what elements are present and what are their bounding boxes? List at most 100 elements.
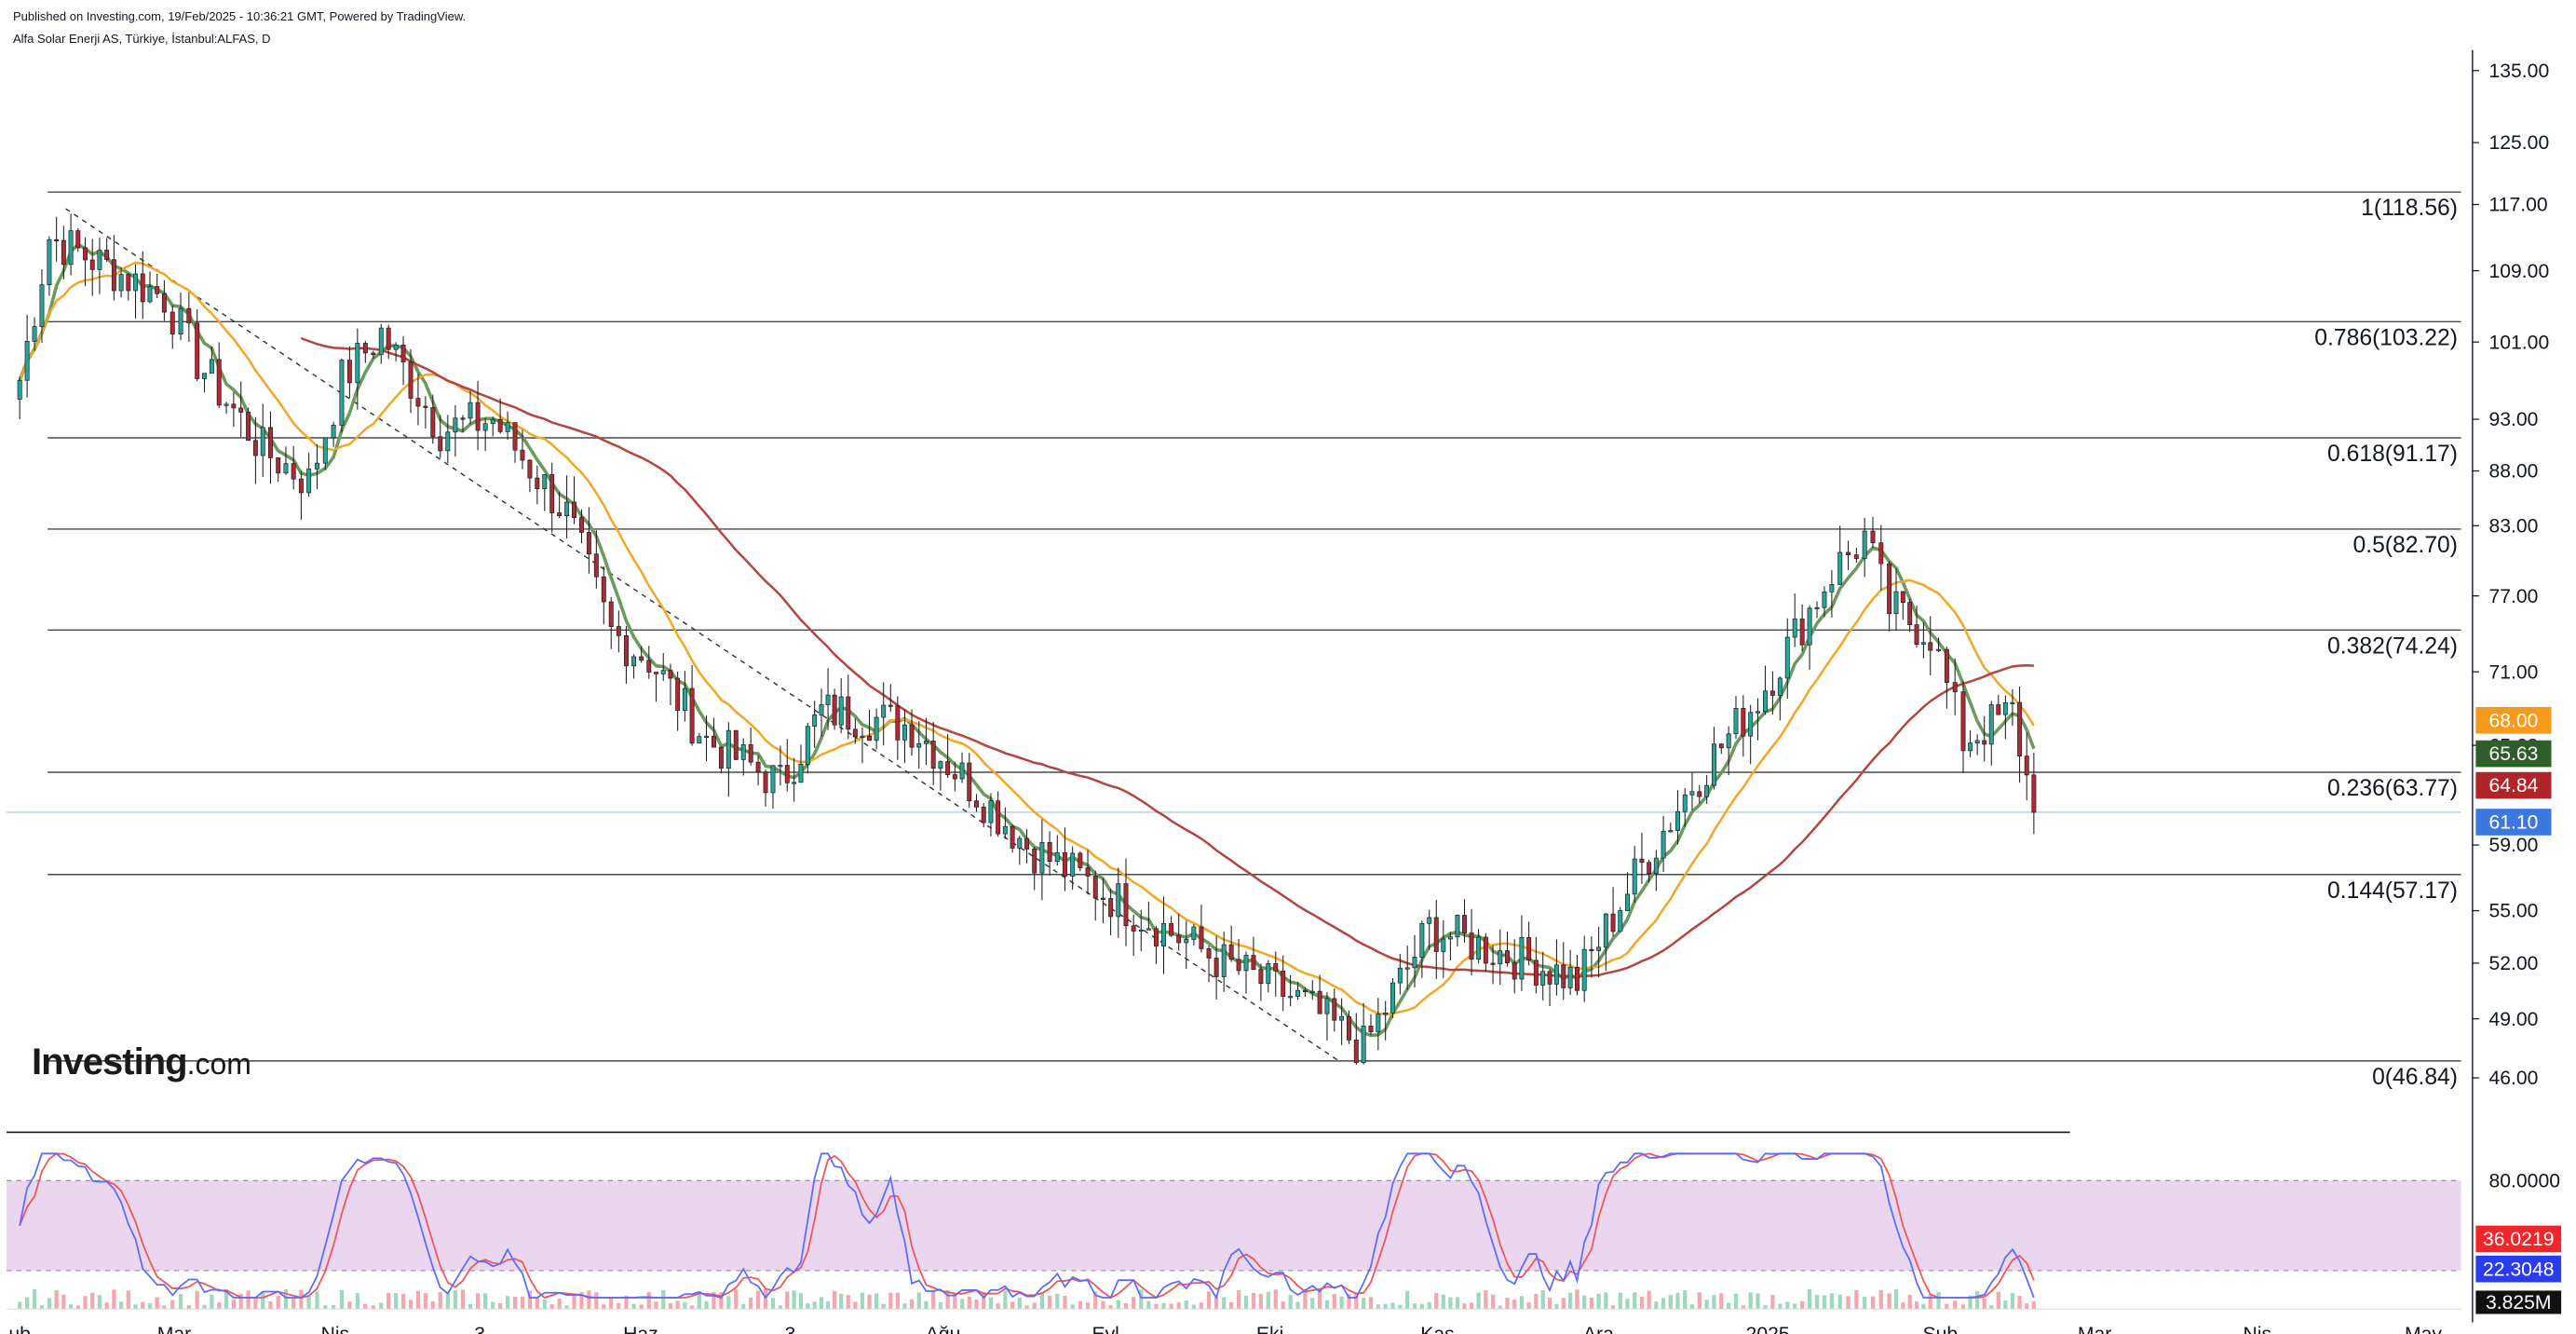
volume-bar xyxy=(2003,1300,2008,1310)
candle-body xyxy=(1748,712,1754,737)
candle-body xyxy=(1982,740,1987,745)
volume-bar xyxy=(654,1301,658,1310)
volume-bar xyxy=(133,1304,138,1310)
candle-body xyxy=(1682,794,1688,812)
volume-bar xyxy=(1936,1291,1941,1310)
candle-body xyxy=(47,238,52,286)
x-tick-label: Ağu xyxy=(926,1323,961,1334)
volume-bar xyxy=(1846,1296,1851,1310)
volume-bar xyxy=(1498,1305,1502,1310)
candle-body xyxy=(126,274,131,292)
volume-bar xyxy=(1719,1293,1724,1310)
logo-brand: Investing xyxy=(32,1041,188,1082)
volume-bar xyxy=(1462,1303,1467,1310)
candle-body xyxy=(430,407,436,438)
candle-body xyxy=(1704,784,1710,797)
candle-body xyxy=(784,765,790,783)
candle-body xyxy=(1047,842,1052,862)
volume-bar xyxy=(1146,1300,1151,1310)
volume-bar xyxy=(1960,1304,1966,1310)
volume-bar xyxy=(1854,1290,1859,1310)
candle-body xyxy=(520,449,525,461)
candle-body xyxy=(1610,913,1616,932)
volume-bar xyxy=(825,1300,831,1310)
volume-bar xyxy=(1123,1302,1129,1310)
candle-body xyxy=(83,247,88,261)
y-tick-label: 125.00 xyxy=(2489,131,2550,154)
candle-body xyxy=(660,670,666,674)
candle-body xyxy=(631,656,637,667)
candle-body xyxy=(1146,928,1151,931)
candle-body xyxy=(1332,998,1337,1021)
volume-bar xyxy=(683,1301,687,1310)
candle-body xyxy=(75,230,81,249)
candle-body xyxy=(1632,858,1637,895)
candle-body xyxy=(1368,1026,1374,1033)
candle-body xyxy=(1404,967,1410,970)
candle-body xyxy=(557,512,563,517)
volume-bar xyxy=(141,1301,145,1310)
candle-body xyxy=(1153,928,1159,946)
volume-bar xyxy=(770,1298,776,1310)
candle-body xyxy=(1412,957,1417,969)
volume-bar xyxy=(1604,1292,1608,1310)
volume-bar xyxy=(1441,1294,1445,1310)
volume-bar xyxy=(846,1295,850,1310)
candle-body xyxy=(1718,743,1724,749)
candle-body xyxy=(224,403,229,406)
volume-bar xyxy=(1161,1302,1166,1310)
candle-body xyxy=(1273,963,1279,972)
volume-bar xyxy=(1633,1292,1637,1310)
price-chart[interactable]: 1(118.56) 0.786(103.22) 0.618(91.17) 0.5(82… xyxy=(0,0,2576,1334)
stoch-band xyxy=(7,1180,2461,1271)
y-tick-label: 71.00 xyxy=(2489,660,2539,683)
candle-body xyxy=(1032,849,1037,874)
candle-body xyxy=(748,743,753,763)
volume-bar xyxy=(1222,1297,1227,1310)
volume-bar xyxy=(283,1288,289,1310)
candle-body xyxy=(415,398,421,407)
volume-bar xyxy=(1206,1291,1212,1310)
volume-bar xyxy=(355,1293,359,1310)
candle-body xyxy=(1726,733,1731,749)
candle-body xyxy=(1010,825,1015,849)
candle-body xyxy=(1390,982,1395,1014)
candle-body xyxy=(1462,915,1467,933)
volume-bar xyxy=(1017,1297,1022,1310)
volume-bar xyxy=(938,1302,943,1310)
volume-bar xyxy=(75,1305,80,1310)
volume-bar xyxy=(1368,1297,1374,1310)
volume-bar xyxy=(291,1298,296,1310)
volume-bar xyxy=(1575,1289,1579,1310)
candle-body xyxy=(133,273,139,292)
candle-body xyxy=(578,517,584,533)
candle-body xyxy=(945,761,951,776)
volume-bar xyxy=(587,1290,591,1310)
candle-body xyxy=(1100,897,1105,900)
candle-body xyxy=(195,322,200,379)
volume-bar xyxy=(1332,1294,1336,1310)
volume-bar xyxy=(400,1294,406,1310)
volume-bar xyxy=(1169,1303,1173,1310)
volume-bar xyxy=(1010,1301,1015,1310)
candle-body xyxy=(490,418,495,425)
volume-bar xyxy=(1683,1290,1688,1310)
volume-bar xyxy=(1814,1294,1820,1310)
y-tick-label: 135.00 xyxy=(2489,60,2550,82)
candle-body xyxy=(1846,551,1851,555)
candle-body xyxy=(974,800,979,808)
volume-bar xyxy=(1668,1295,1673,1310)
candle-body xyxy=(1397,967,1403,984)
volume-bar xyxy=(408,1300,414,1310)
candle-body xyxy=(1574,966,1579,991)
volume-bar xyxy=(867,1294,872,1310)
volume-bar xyxy=(860,1292,865,1310)
volume-bar xyxy=(1582,1295,1587,1310)
volume-bar xyxy=(1982,1298,1986,1310)
candle-body xyxy=(755,761,761,773)
volume-bar xyxy=(535,1298,539,1310)
trend-line xyxy=(65,208,1340,1062)
volume-bar xyxy=(83,1296,88,1310)
volume-bar xyxy=(505,1296,510,1310)
candle-body xyxy=(1952,682,1958,693)
